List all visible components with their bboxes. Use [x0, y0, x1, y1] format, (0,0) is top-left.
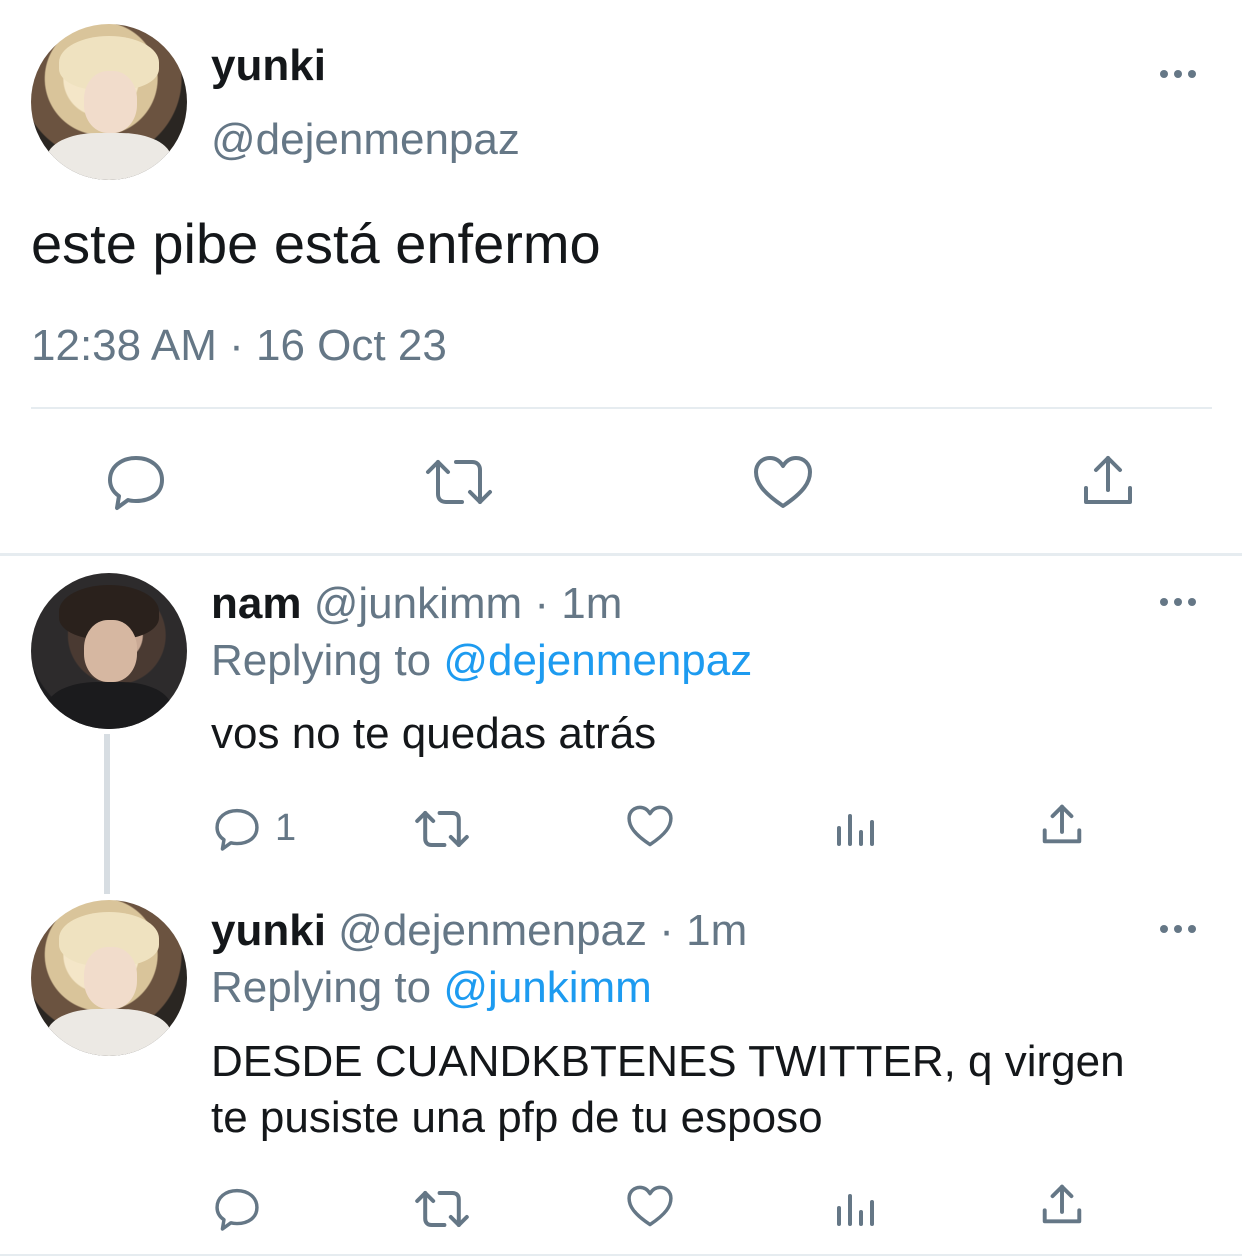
avatar[interactable]	[31, 900, 187, 1056]
reply-header: nam @junkimm · 1m	[211, 578, 622, 630]
bottom-divider	[0, 1254, 1242, 1256]
analytics-icon[interactable]	[834, 806, 878, 848]
share-icon[interactable]	[1080, 452, 1136, 508]
avatar[interactable]	[31, 24, 187, 180]
replying-to-link[interactable]: @junkimm	[443, 963, 651, 1012]
reply-icon[interactable]	[214, 1186, 260, 1232]
more-options-icon[interactable]	[1160, 925, 1196, 933]
author-name[interactable]: nam	[211, 579, 301, 628]
share-icon[interactable]	[1040, 1182, 1084, 1226]
replying-to-link[interactable]: @dejenmenpaz	[443, 636, 752, 685]
reply-icon[interactable]	[106, 452, 166, 512]
section-divider	[0, 553, 1242, 556]
retweet-icon[interactable]	[424, 456, 494, 508]
author-handle[interactable]: @dejenmenpaz	[338, 906, 647, 955]
replying-to-label: Replying to	[211, 636, 432, 685]
like-icon[interactable]	[626, 1184, 674, 1228]
author-handle[interactable]: @dejenmenpaz	[211, 114, 520, 166]
author-handle[interactable]: @junkimm	[314, 579, 522, 628]
retweet-icon[interactable]	[414, 808, 470, 850]
reply-time: · 1m	[534, 579, 623, 628]
avatar[interactable]	[31, 573, 187, 729]
author-name[interactable]: yunki	[211, 906, 326, 955]
tweet-timestamp: 12:38 AM · 16 Oct 23	[31, 321, 447, 370]
share-icon[interactable]	[1040, 802, 1084, 846]
reply-header: yunki @dejenmenpaz · 1m	[211, 905, 747, 957]
more-options-icon[interactable]	[1160, 598, 1196, 606]
reply-text-line-2: te pusiste una pfp de tu esposo	[211, 1093, 823, 1142]
replying-to: Replying to @dejenmenpaz	[211, 635, 752, 687]
reply-text-line-1: DESDE CUANDKBTENES TWITTER, q virgen	[211, 1037, 1125, 1086]
like-icon[interactable]	[752, 454, 814, 510]
thread-line	[104, 734, 110, 894]
tweet-text: este pibe está enfermo	[31, 212, 601, 275]
replying-to-label: Replying to	[211, 963, 432, 1012]
divider	[31, 407, 1212, 409]
reply-count: 1	[275, 807, 297, 849]
reply-text: vos no te quedas atrás	[211, 709, 657, 758]
analytics-icon[interactable]	[834, 1186, 878, 1228]
more-options-icon[interactable]	[1160, 70, 1196, 78]
reply-time: · 1m	[659, 906, 748, 955]
reply-icon[interactable]	[214, 806, 260, 852]
replying-to: Replying to @junkimm	[211, 962, 652, 1014]
author-name[interactable]: yunki	[211, 40, 326, 92]
like-icon[interactable]	[626, 804, 674, 848]
retweet-icon[interactable]	[414, 1188, 470, 1230]
